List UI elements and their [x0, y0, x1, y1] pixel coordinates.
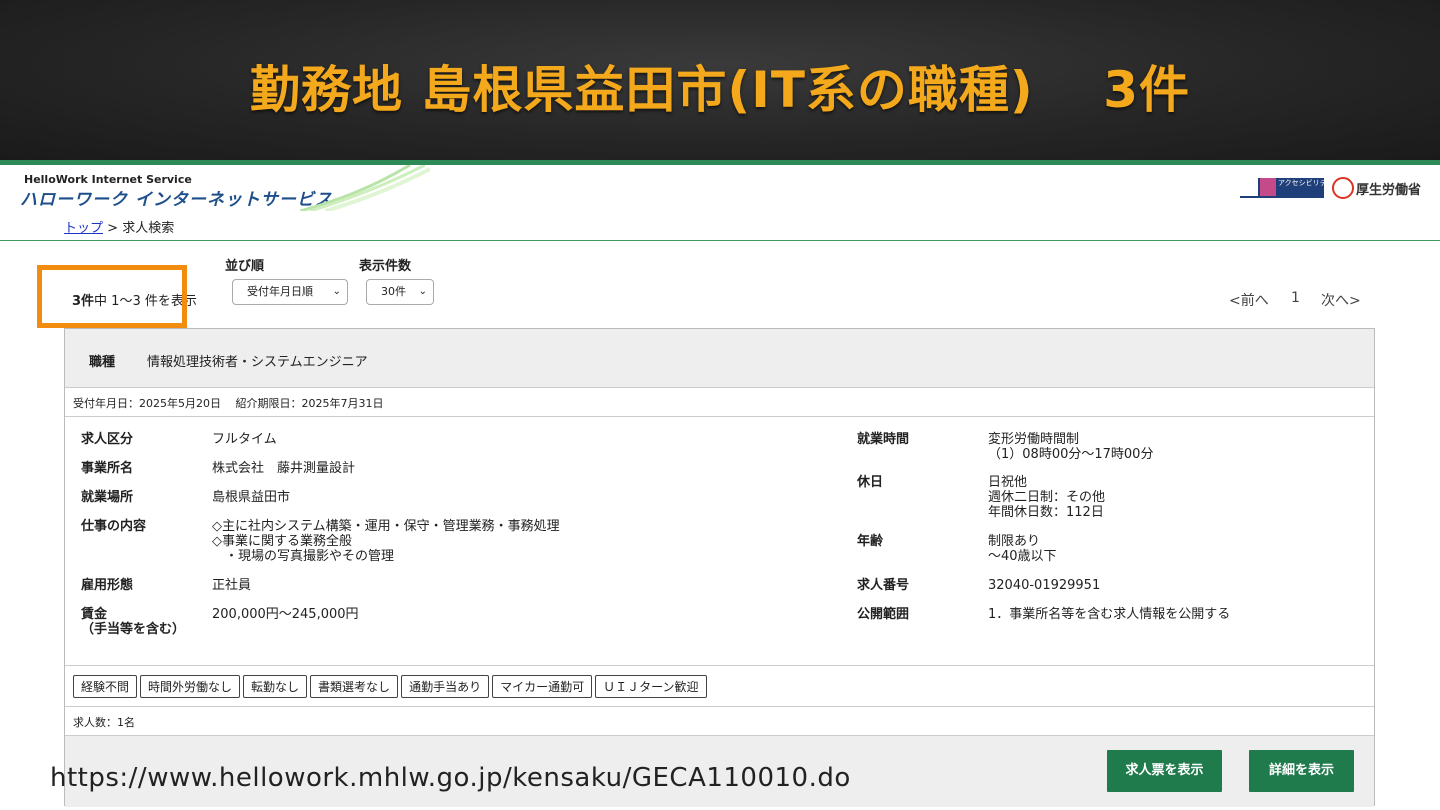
company-name: 株式会社 藤井測量設計 [212, 461, 356, 476]
job-number: 32040-01929951 [988, 578, 1101, 593]
tag-list: 経験不問 時間外労働なし 転勤なし 書類選考なし 通勤手当あり マイカー通勤可 … [73, 675, 707, 698]
field-label: 賃金 （手当等を含む） [81, 607, 186, 637]
ministry-logo[interactable]: 厚生労働省 [1356, 179, 1421, 198]
field-label: 休日 [857, 475, 884, 490]
site-logo[interactable]: ハローワーク インターネットサービス [20, 185, 333, 210]
pager-next[interactable]: 次へ> [1321, 290, 1361, 310]
sort-select[interactable]: 受付年月日順 ⌄ [232, 279, 348, 305]
divider [65, 665, 1374, 666]
field-value: 日祝他 週休二日制：その他 年間休日数：112日 [988, 475, 1106, 520]
field-label: 雇用形態 [81, 578, 134, 593]
field-label: 求人番号 [857, 578, 910, 593]
slide-title: 勤務地 島根県益田市(IT系の職種) 3件 [249, 61, 1191, 119]
per-page-select[interactable]: 30件 ⌄ [366, 279, 434, 305]
pager-prev[interactable]: <前へ [1229, 290, 1269, 310]
tag-badge: 書類選考なし [310, 675, 399, 698]
tag-badge: 通勤手当あり [401, 675, 490, 698]
header-divider [0, 240, 1440, 241]
sort-select-value: 受付年月日順 [247, 285, 313, 298]
divider [65, 706, 1374, 707]
breadcrumb-separator: > [107, 221, 119, 236]
ruby-icon [1260, 178, 1276, 196]
field-label: 公開範囲 [857, 607, 910, 622]
speaker-icon [1240, 178, 1258, 196]
tag-badge: 転勤なし [243, 675, 308, 698]
tag-badge: 経験不問 [73, 675, 138, 698]
per-page-select-value: 30件 [381, 285, 406, 298]
tag-badge: ＵＩＪターン歓迎 [595, 675, 707, 698]
highlight-box [37, 265, 187, 328]
slide-banner: 勤務地 島根県益田市(IT系の職種) 3件 [0, 0, 1440, 160]
job-description: ◇主に社内システム構築・運用・保守・管理業務・事務処理 ◇事業に関する業務全般 … [212, 519, 560, 564]
field-value: フルタイム [212, 432, 277, 447]
job-dates: 受付年月日：2025年5月20日 紹介期限日：2025年7月31日 [73, 397, 384, 410]
site-header: HelloWork Internet Service ハローワーク インターネッ… [0, 165, 1440, 211]
field-value: 1．事業所名等を含む求人情報を公開する [988, 607, 1231, 622]
mhlw-logo-icon [1332, 177, 1354, 199]
wage-value: 200,000円〜245,000円 [212, 607, 359, 622]
breadcrumb: トップ > 求人検索 [64, 217, 174, 236]
chevron-down-icon: ⌄ [418, 286, 427, 297]
tag-badge: 時間外労働なし [140, 675, 241, 698]
logo-swoosh [300, 165, 430, 211]
job-card: 職種 情報処理技術者・システムエンジニア 受付年月日：2025年5月20日 紹介… [64, 328, 1375, 807]
sort-label: 並び順 [225, 259, 265, 274]
field-label: 年齢 [857, 534, 884, 549]
field-value: 制限あり 〜40歳以下 [988, 534, 1057, 564]
field-value: 正社員 [212, 578, 252, 593]
category-label: 職種 [89, 355, 116, 370]
field-label: 求人区分 [81, 432, 134, 447]
view-job-ticket-button[interactable]: 求人票を表示 [1107, 750, 1222, 792]
headcount: 求人数：1名 [73, 716, 135, 729]
field-value: 変形労働時間制 （1）08時00分〜17時00分 [988, 432, 1154, 462]
chevron-down-icon: ⌄ [332, 286, 341, 297]
field-label: 就業場所 [81, 490, 134, 505]
view-details-button[interactable]: 詳細を表示 [1249, 750, 1354, 792]
category-value: 情報処理技術者・システムエンジニア [147, 355, 368, 370]
field-label: 事業所名 [81, 461, 134, 476]
breadcrumb-current: 求人検索 [122, 221, 175, 236]
field-label: 仕事の内容 [81, 519, 147, 534]
pager-page-1[interactable]: 1 [1291, 290, 1300, 306]
job-card-header: 職種 情報処理技術者・システムエンジニア [65, 329, 1374, 388]
breadcrumb-top-link[interactable]: トップ [64, 221, 103, 236]
field-value: 島根県益田市 [212, 490, 291, 505]
per-page-label: 表示件数 [359, 259, 412, 274]
divider [65, 416, 1374, 417]
source-url: https://www.hellowork.mhlw.go.jp/kensaku… [50, 763, 851, 793]
tag-badge: マイカー通勤可 [492, 675, 593, 698]
field-label: 就業時間 [857, 432, 910, 447]
